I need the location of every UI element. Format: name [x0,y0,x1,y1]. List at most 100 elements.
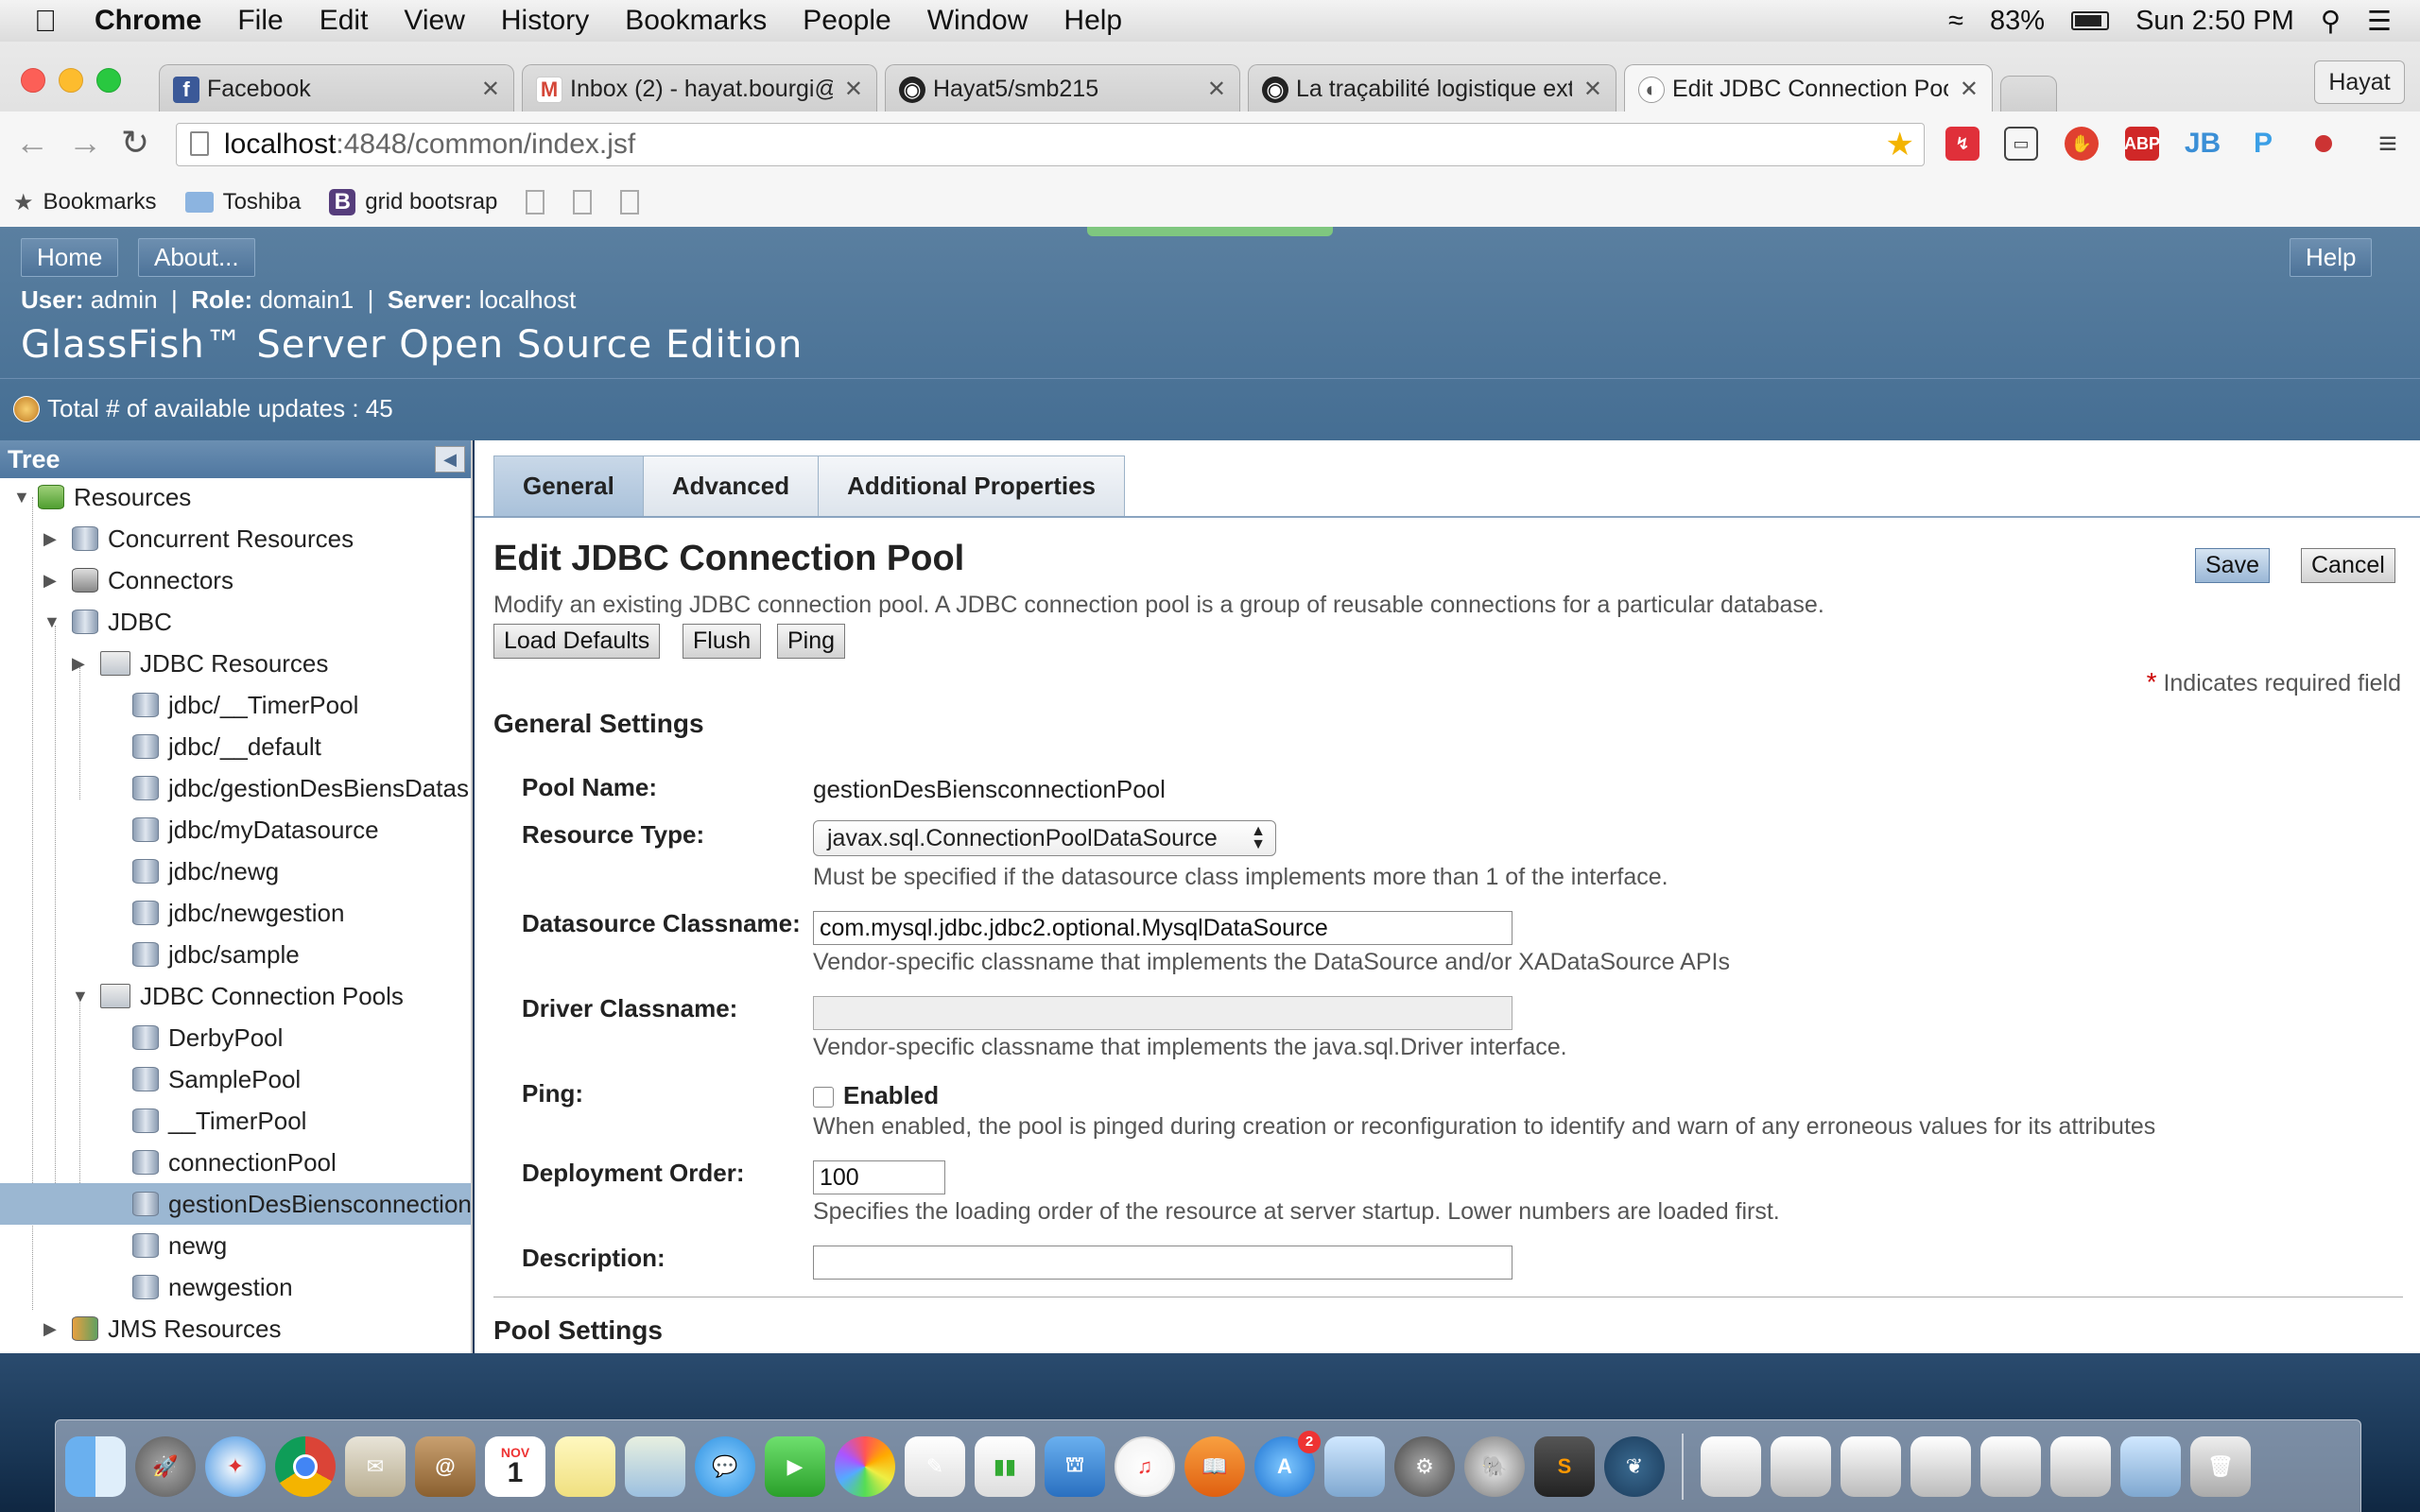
menu-help[interactable]: Help [1063,5,1122,37]
collapse-arrow-icon[interactable]: ▼ [13,488,30,507]
battery-icon[interactable] [2071,11,2110,30]
deployment-order-input[interactable] [813,1160,945,1194]
menu-app-chrome[interactable]: Chrome [95,5,201,37]
datasource-classname-input[interactable] [813,911,1512,945]
save-button[interactable]: Save [2195,548,2270,583]
notes-icon[interactable] [555,1435,615,1497]
tab-additional-properties[interactable]: Additional Properties [818,455,1126,516]
bookmarks-item[interactable]: ★ Bookmarks [13,189,157,216]
home-button[interactable]: Home [21,238,119,277]
menu-edit[interactable]: Edit [320,5,369,37]
tree-node-newg[interactable]: newg [132,1225,227,1266]
address-bar[interactable]: localhost:4848/common/index.jsf ★ [176,123,1925,166]
apple-icon[interactable]:  [34,4,57,39]
tree-node-gestiondesbiensconnectionpool[interactable]: gestionDesBiensconnection [0,1183,471,1225]
collapse-tree-icon[interactable]: ◀ [435,446,465,472]
reload-icon[interactable]: ↻ [121,123,149,163]
about-button[interactable]: About... [138,238,255,277]
pocket-ext-icon[interactable]: ↯ [1945,127,1979,161]
itunes-icon[interactable]: ♫ [1115,1435,1175,1497]
help-button[interactable]: Help [2290,238,2373,277]
expand-arrow-icon[interactable]: ▶ [43,529,57,549]
adblock-ext-icon[interactable]: ABP [2124,127,2160,161]
page-bookmark-icon[interactable] [620,190,640,215]
tree-node-derbypool[interactable]: DerbyPool [132,1017,283,1058]
page-bookmark-icon[interactable] [573,190,593,215]
tree-node-jdbc-gestiondesbiens[interactable]: jdbc/gestionDesBiensDatas [132,767,469,809]
virtualbox-icon[interactable] [1324,1435,1385,1497]
menu-history[interactable]: History [501,5,589,37]
tree-node-jdbc-newgestion[interactable]: jdbc/newgestion [132,892,344,934]
cancel-button[interactable]: Cancel [2301,548,2395,583]
tab-edit-jdbc[interactable]: ◐ Edit JDBC Connection Poo ✕ [1624,64,1993,113]
close-window-button[interactable] [21,68,45,93]
numbers-icon[interactable]: ▮▮ [975,1435,1035,1497]
sublime-text-icon[interactable]: S [1534,1435,1595,1497]
tree-node-concurrent-resources[interactable]: Concurrent Resources [72,518,354,559]
ping-button[interactable]: Ping [777,624,846,659]
tree-node-connectors[interactable]: Connectors [72,559,233,601]
tab-gmail[interactable]: M Inbox (2) - hayat.bourgi@gr ✕ [522,64,877,113]
tab-advanced[interactable]: Advanced [642,455,820,516]
p-ext-icon[interactable]: P [2246,127,2280,161]
system-preferences-icon[interactable]: ⚙ [1394,1435,1455,1497]
safari-icon[interactable]: ✦ [205,1435,266,1497]
tree-node-samplepool[interactable]: SamplePool [132,1058,301,1100]
cube-icon[interactable] [2120,1435,2181,1497]
bookmark-toshiba[interactable]: Toshiba [184,189,301,215]
contacts-icon[interactable]: @ [415,1435,475,1497]
close-tab-icon[interactable]: ✕ [1960,76,1979,103]
description-input[interactable] [813,1246,1512,1280]
tab-github-smb215[interactable]: ◉ Hayat5/smb215 ✕ [885,64,1240,113]
stack-thumbnail-icon[interactable] [1910,1435,1971,1497]
menu-view[interactable]: View [404,5,464,37]
facetime-icon[interactable]: ▶ [765,1435,825,1497]
flush-button[interactable]: Flush [683,624,762,659]
tree-node-jdbc-resources[interactable]: JDBC Resources [100,643,328,684]
launchpad-icon[interactable]: 🚀 [135,1435,196,1497]
tab-general[interactable]: General [493,455,644,516]
collapse-arrow-icon[interactable]: ▼ [43,612,60,632]
sourcetree-icon[interactable]: ❦ [1604,1435,1665,1497]
page-bookmark-icon[interactable] [526,190,545,215]
jetbrains-ext-icon[interactable]: JB [2185,127,2221,161]
stack-thumbnail-icon[interactable] [2050,1435,2111,1497]
tree-node-jdbc-default[interactable]: jdbc/__default [132,726,321,767]
tree-node-jdbc[interactable]: JDBC [72,601,172,643]
stack-thumbnail-icon[interactable] [1841,1435,1901,1497]
stack-thumbnail-icon[interactable] [1771,1435,1831,1497]
cast-ext-icon[interactable]: ▭ [2004,127,2038,161]
stack-thumbnail-icon[interactable] [1980,1435,2041,1497]
tab-facebook[interactable]: f Facebook ✕ [159,64,514,113]
back-icon[interactable]: ← [15,123,49,163]
resource-type-select[interactable]: javax.sql.ConnectionPoolDataSource ▲ ▼ [813,820,1276,856]
ibooks-icon[interactable]: 📖 [1184,1435,1245,1497]
mail-icon[interactable]: ✉ [345,1435,406,1497]
close-tab-icon[interactable]: ✕ [1583,76,1602,103]
wifi-icon[interactable]: ≈ [1948,6,1963,37]
calendar-icon[interactable]: NOV 1 [485,1435,545,1497]
collapse-arrow-icon[interactable]: ▼ [72,987,89,1006]
keynote-icon[interactable]: ⛫ [1045,1435,1105,1497]
profile-button[interactable]: Hayat [2314,60,2405,104]
menu-people[interactable]: People [803,5,890,37]
bookmark-star-icon[interactable]: ★ [1886,126,1914,163]
tree-node-newgestion[interactable]: newgestion [132,1266,293,1308]
bookmark-grid-bootstrap[interactable]: Bgrid bootsrap [329,189,497,215]
pages-icon[interactable]: ✎ [905,1435,965,1497]
record-ext-icon[interactable] [2307,127,2341,161]
menu-window[interactable]: Window [927,5,1028,37]
close-tab-icon[interactable]: ✕ [1207,76,1226,103]
tree-node-connectionpool[interactable]: connectionPool [132,1142,337,1183]
tree-node-jdbc-mydatasource[interactable]: jdbc/myDatasource [132,809,379,850]
expand-arrow-icon[interactable]: ▶ [43,571,57,591]
reminders-icon[interactable] [625,1435,685,1497]
app-store-icon[interactable]: A2 [1254,1430,1321,1497]
tree-node-jdbc-newg[interactable]: jdbc/newg [132,850,279,892]
notification-center-icon[interactable]: ☰ [2367,5,2392,38]
clock[interactable]: Sun 2:50 PM [2135,6,2294,37]
close-tab-icon[interactable]: ✕ [481,76,500,103]
updates-link[interactable]: Total # of available updates : 45 [47,394,393,423]
new-tab-button[interactable] [2000,76,2057,113]
messages-icon[interactable]: 💬 [695,1435,755,1497]
